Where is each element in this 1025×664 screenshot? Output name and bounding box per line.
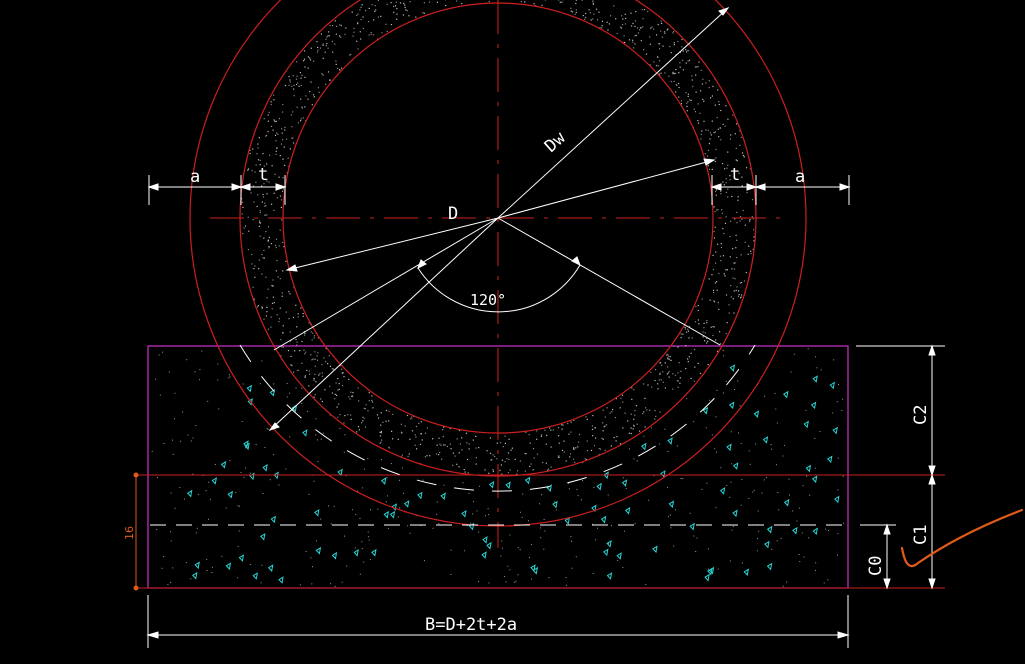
label-angle: 120° — [470, 291, 506, 309]
label-t-left: t — [258, 165, 268, 185]
right-dimensions — [856, 344, 945, 590]
label-c2: C2 — [911, 405, 931, 425]
label-dw: Dw — [541, 128, 570, 157]
label-a-left: a — [190, 167, 200, 187]
label-c1: C1 — [911, 525, 931, 545]
label-d: D — [448, 204, 458, 224]
label-a-right: a — [795, 167, 805, 187]
top-dimensions — [147, 175, 851, 205]
label-c0: C0 — [866, 556, 886, 576]
label-base-width: B=D+2t+2a — [425, 615, 517, 635]
pipe-cradle-drawing: a t t a Dw D 120° C2 C1 C0 16 B=D+2t+2a — [123, 0, 1024, 648]
label-t-right: t — [730, 165, 740, 185]
label-height-small: 16 — [123, 526, 136, 540]
